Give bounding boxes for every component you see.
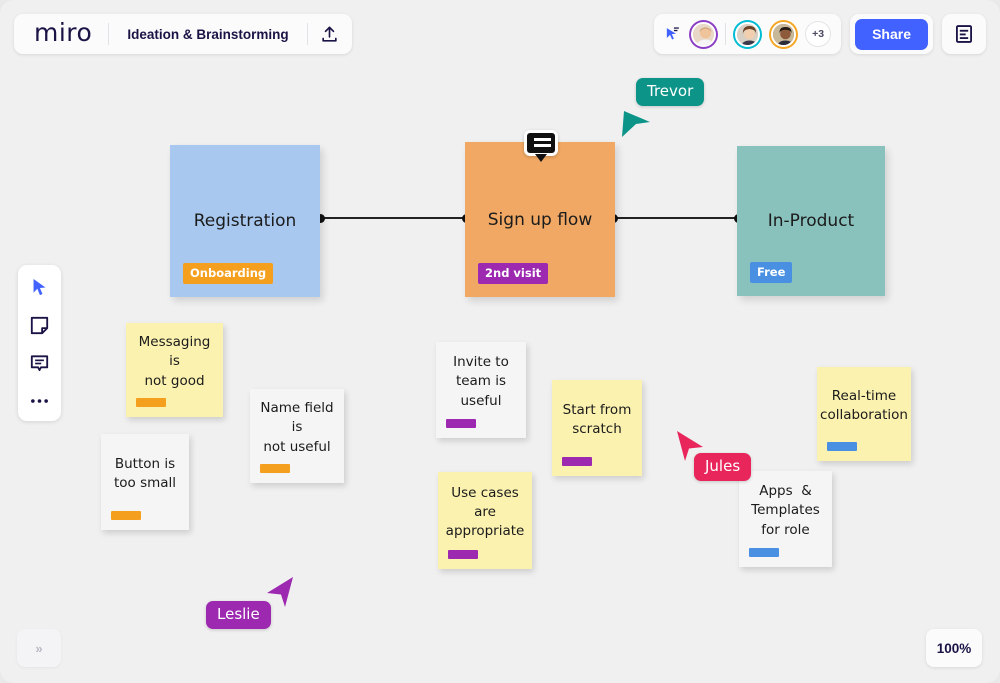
sticky-note[interactable]: Invite toteam isuseful xyxy=(436,342,526,438)
miro-logo[interactable]: miro xyxy=(18,18,108,50)
cursor-label-leslie: Leslie xyxy=(206,601,271,629)
sticky-note-tag[interactable] xyxy=(446,419,476,428)
more-options-icon[interactable] xyxy=(29,390,51,412)
follow-cursor-icon[interactable] xyxy=(662,24,682,44)
upload-icon[interactable] xyxy=(308,14,352,54)
left-toolbar xyxy=(18,265,61,421)
sticky-note-tag[interactable] xyxy=(111,511,141,520)
avatar[interactable] xyxy=(689,20,718,49)
sticky-note-tag[interactable] xyxy=(136,398,166,407)
overflow-avatars-badge[interactable]: +3 xyxy=(805,21,831,47)
board-title[interactable]: Ideation & Brainstorming xyxy=(109,27,306,42)
sticky-note-text: Use casesareappropriate xyxy=(437,484,534,557)
divider xyxy=(725,23,726,45)
sticky-note-tag[interactable] xyxy=(260,464,290,473)
flow-box-tag[interactable]: Onboarding xyxy=(183,263,273,284)
flow-box-registration[interactable]: Registration Onboarding xyxy=(170,145,320,297)
avatar[interactable] xyxy=(769,20,798,49)
flow-box-title: In-Product xyxy=(737,211,885,231)
sticky-note-text: Real-timecollaboration xyxy=(811,387,917,441)
cursor-label-jules: Jules xyxy=(694,453,751,481)
cursor-label-trevor: Trevor xyxy=(636,78,704,106)
sticky-note[interactable]: Apps &Templatesfor role xyxy=(739,471,832,567)
sticky-note-text: Messaging isnot good xyxy=(126,333,223,406)
board-header-right: +3 Share xyxy=(654,14,986,54)
sticky-note-tag[interactable] xyxy=(562,457,592,466)
sticky-note[interactable]: Name field isnot useful xyxy=(250,389,344,483)
flow-box-tag[interactable]: 2nd visit xyxy=(478,263,548,284)
zoom-level-indicator[interactable]: 100% xyxy=(926,629,982,667)
sticky-note-text: Apps &Templatesfor role xyxy=(742,482,829,555)
sticky-note[interactable]: Messaging isnot good xyxy=(126,323,223,417)
expand-panel-button[interactable]: » xyxy=(17,629,61,667)
sticky-note-text: Button istoo small xyxy=(105,455,185,509)
flow-box-in-product[interactable]: In-Product Free xyxy=(737,146,885,296)
flow-box-signup-flow[interactable]: Sign up flow 2nd visit xyxy=(465,142,615,297)
connector-1 xyxy=(321,217,467,219)
flow-box-title: Sign up flow xyxy=(465,210,615,230)
sticky-note-icon[interactable] xyxy=(29,314,51,336)
sticky-note-text: Invite toteam isuseful xyxy=(444,353,518,426)
flow-box-tag[interactable]: Free xyxy=(750,262,792,283)
share-container: Share xyxy=(850,14,933,54)
sticky-note-tag[interactable] xyxy=(827,442,857,451)
presence-group: +3 xyxy=(654,14,841,54)
sticky-note-text: Name field isnot useful xyxy=(250,399,344,472)
share-button[interactable]: Share xyxy=(855,19,928,50)
board-header-left: miro Ideation & Brainstorming xyxy=(14,14,352,54)
sticky-note-tag[interactable] xyxy=(749,548,779,557)
comment-icon[interactable] xyxy=(29,352,51,374)
connector-2 xyxy=(613,217,739,219)
sticky-note[interactable]: Button istoo small xyxy=(101,434,189,530)
sticky-note-tag[interactable] xyxy=(448,550,478,559)
comment-badge-icon[interactable] xyxy=(524,130,558,156)
sticky-note[interactable]: Start fromscratch xyxy=(552,380,642,476)
sticky-note-text: Start fromscratch xyxy=(554,401,641,455)
flow-box-title: Registration xyxy=(170,211,320,231)
select-cursor-icon[interactable] xyxy=(29,276,51,298)
sticky-note[interactable]: Real-timecollaboration xyxy=(817,367,911,461)
avatar[interactable] xyxy=(733,20,762,49)
notes-panel-icon[interactable] xyxy=(942,14,986,54)
sticky-note[interactable]: Use casesareappropriate xyxy=(438,472,532,569)
